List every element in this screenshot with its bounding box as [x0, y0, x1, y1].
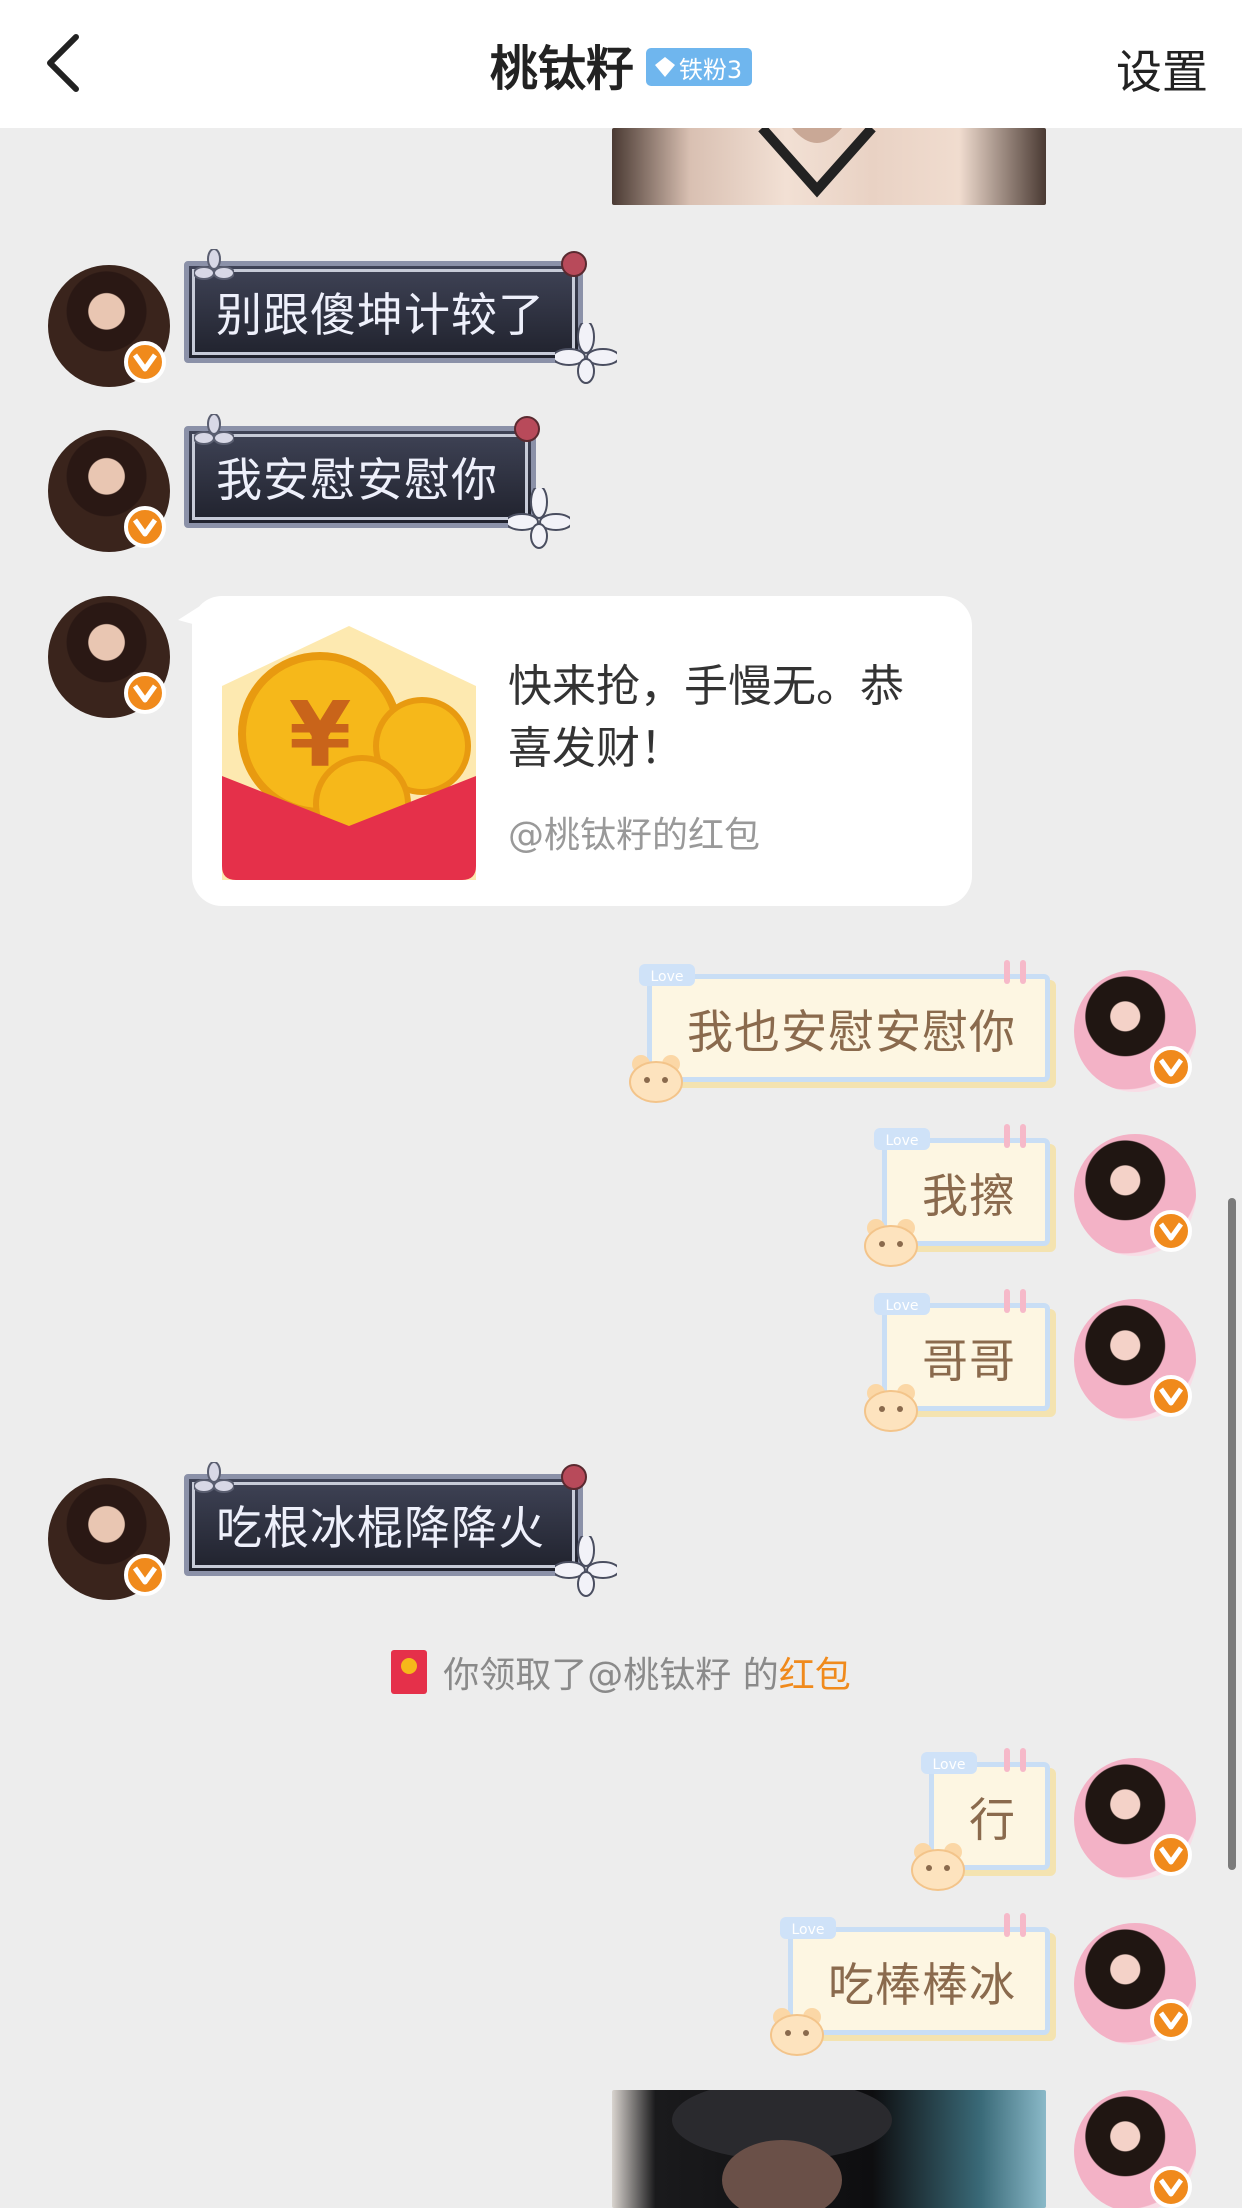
lily-icon [555, 1536, 617, 1597]
red-packet-icon: ¥ [222, 626, 476, 880]
image-message-top[interactable] [612, 128, 1046, 205]
bear-icon [864, 1219, 918, 1267]
love-tag-icon: Love [921, 1752, 977, 1774]
svg-text:Love: Love [791, 1922, 824, 1938]
love-tag-icon: Love [874, 1293, 930, 1315]
ribbon-icon [1004, 1289, 1026, 1313]
system-notice: 你领取了@桃钛籽 的红包 [0, 1646, 1242, 1698]
system-red-packet-link[interactable]: 红包 [779, 1646, 851, 1698]
scrollbar[interactable] [1228, 1198, 1236, 1870]
rose-icon [514, 416, 540, 442]
diamond-icon [654, 57, 675, 77]
message-bubble[interactable]: 我擦 Love [862, 1124, 1050, 1267]
message-text: 吃根冰棍降降火 [216, 1501, 545, 1555]
v-icon [1158, 1058, 1184, 1077]
message-bubble[interactable]: 吃棒棒冰 Love [768, 1913, 1050, 2056]
bear-icon [911, 1843, 965, 1891]
photo-content [672, 2090, 892, 2208]
verified-badge [124, 672, 166, 714]
fan-level-badge: 铁粉3 [645, 48, 753, 86]
red-packet-source: @桃钛籽的红包 [508, 815, 761, 856]
v-icon [1158, 2011, 1184, 2030]
v-icon [132, 353, 158, 372]
title-area: 桃钛籽 铁粉3 [0, 0, 1242, 128]
flower-icon [194, 1462, 234, 1493]
message-bubble[interactable]: 我也安慰安慰你 Love [627, 960, 1050, 1103]
rose-icon [561, 1464, 587, 1490]
header: 桃钛籽 铁粉3 设置 [0, 0, 1242, 128]
bear-icon [770, 2008, 824, 2056]
verified-badge [1150, 2166, 1192, 2208]
bear-icon [629, 1055, 683, 1103]
verified-badge [1150, 1210, 1192, 1252]
system-notice-text: 你领取了@桃钛籽 的 [443, 1655, 779, 1696]
settings-button[interactable]: 设置 [1116, 36, 1208, 102]
message-bubble[interactable]: 哥哥 Love [862, 1289, 1050, 1432]
message-bubble[interactable]: 行 Love [909, 1748, 1050, 1891]
verified-badge [1150, 1375, 1192, 1417]
v-icon [132, 684, 158, 703]
lily-icon [508, 488, 570, 549]
verified-badge [1150, 1046, 1192, 1088]
verified-badge [124, 341, 166, 383]
message-text: 我安慰安慰你 [216, 453, 498, 507]
v-icon [1158, 1846, 1184, 1865]
lily-icon [555, 323, 617, 384]
message-bubble[interactable]: 别跟傻坤计较了 [184, 249, 617, 384]
bear-icon [864, 1384, 918, 1432]
v-icon [1158, 1222, 1184, 1241]
ribbon-icon [1004, 1913, 1026, 1937]
verified-badge [1150, 1999, 1192, 2041]
v-icon [1158, 1387, 1184, 1406]
svg-text:Love: Love [885, 1298, 918, 1314]
message-text: 别跟傻坤计较了 [216, 288, 545, 342]
ribbon-icon [1004, 1748, 1026, 1772]
v-icon [132, 518, 158, 537]
love-tag-icon: Love [639, 964, 695, 986]
bubble-tail [178, 606, 200, 626]
verified-badge [1150, 1834, 1192, 1876]
chat-area[interactable]: 别跟傻坤计较了 我安慰安慰你 ¥ 快来抢，手慢无。恭喜发财！ @桃钛籽的红包 我… [0, 128, 1242, 2208]
svg-text:Love: Love [650, 969, 683, 985]
svg-text:Love: Love [885, 1133, 918, 1149]
photo-content [758, 128, 876, 198]
chat-title: 桃钛籽 [489, 41, 634, 97]
image-message-bottom[interactable] [612, 2090, 1046, 2208]
v-icon [1158, 2178, 1184, 2197]
flower-icon [194, 414, 234, 445]
love-tag-icon: Love [780, 1917, 836, 1939]
flower-icon [194, 249, 234, 280]
fan-level-label: 铁粉3 [678, 55, 743, 84]
message-bubble[interactable]: 我安慰安慰你 [184, 414, 570, 549]
ribbon-icon [1004, 1124, 1026, 1148]
red-packet-small-icon [391, 1650, 428, 1694]
verified-badge [124, 1554, 166, 1596]
v-icon [132, 1566, 158, 1585]
red-packet-message: 快来抢，手慢无。恭喜发财！ [508, 661, 904, 774]
ribbon-icon [1004, 960, 1026, 984]
verified-badge [124, 506, 166, 548]
red-packet-card[interactable]: ¥ 快来抢，手慢无。恭喜发财！ @桃钛籽的红包 [178, 596, 972, 906]
svg-text:Love: Love [932, 1757, 965, 1773]
love-tag-icon: Love [874, 1128, 930, 1150]
rose-icon [561, 251, 587, 277]
message-text: 我也安慰安慰你 [687, 1005, 1016, 1059]
message-bubble[interactable]: 吃根冰棍降降火 [184, 1462, 617, 1597]
